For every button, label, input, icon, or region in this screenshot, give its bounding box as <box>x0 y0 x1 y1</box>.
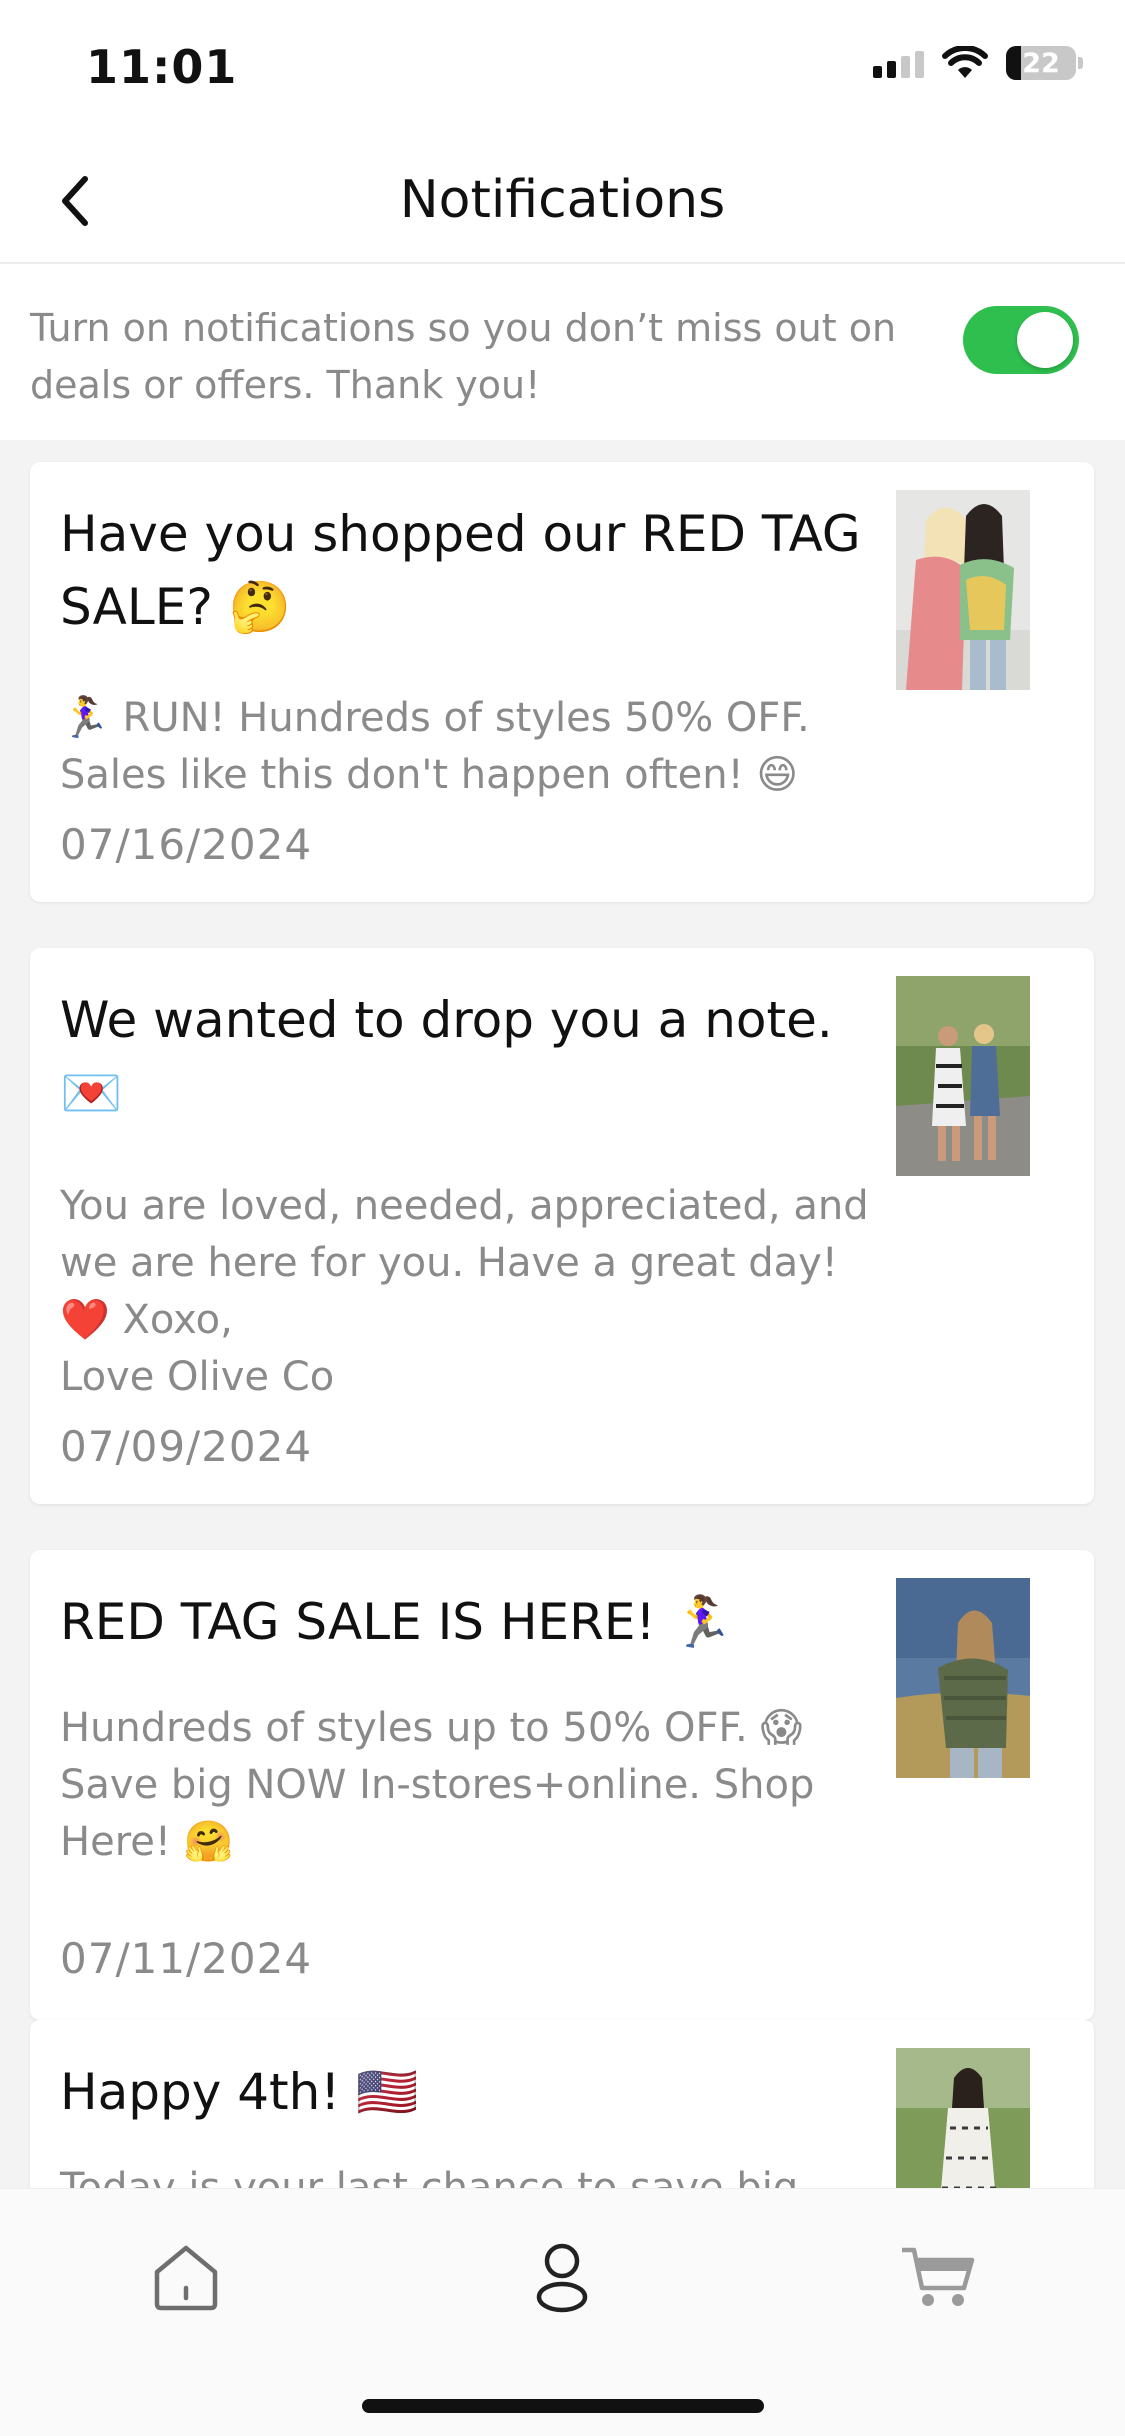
notification-title: RED TAG SALE IS HERE! 🏃‍♀️ <box>60 1593 734 1651</box>
nav-cart-button[interactable] <box>888 2227 988 2327</box>
notification-card[interactable]: RED TAG SALE IS HERE! 🏃‍♀️ Hundreds of s… <box>30 1550 1094 2020</box>
battery-body: 22 <box>1006 46 1076 80</box>
header: Notifications <box>0 140 1125 264</box>
notification-image <box>896 490 1030 690</box>
notification-title: Happy 4th! 🇺🇸 <box>60 2063 419 2121</box>
notification-card[interactable]: Happy 4th! 🇺🇸 Today is your last chance … <box>30 2020 1094 2188</box>
notification-date: 07/16/2024 <box>60 820 313 869</box>
notification-optin: Turn on notifications so you don’t miss … <box>0 264 1125 440</box>
status-time: 11:01 <box>86 40 238 94</box>
notification-image <box>896 2048 1030 2188</box>
status-icons: 22 <box>873 46 1083 80</box>
nav-account-button[interactable] <box>512 2227 612 2327</box>
notification-date: 07/09/2024 <box>60 1422 313 1471</box>
notifications-screen: 11:01 22 Notifications Turn on notificat… <box>0 0 1125 2436</box>
bottom-nav <box>0 2188 1125 2436</box>
toggle-knob <box>1017 312 1073 368</box>
account-icon <box>536 2243 588 2313</box>
status-bar: 11:01 22 <box>0 0 1125 140</box>
home-indicator <box>362 2399 764 2413</box>
home-icon <box>154 2245 218 2311</box>
two-women-hugging-photo <box>896 490 1030 690</box>
nav-home-button[interactable] <box>136 2227 236 2327</box>
notification-list: Have you shopped our RED TAG SALE? 🤔 🏃‍♀… <box>0 440 1125 2188</box>
notification-card[interactable]: We wanted to drop you a note. 💌 You are … <box>30 948 1094 1504</box>
two-women-walking-photo <box>896 976 1030 1176</box>
wifi-icon <box>942 46 988 78</box>
notification-body: Hundreds of styles up to 50% OFF. 😱 Save… <box>60 1705 815 1865</box>
battery-cap <box>1078 57 1083 69</box>
page-title: Notifications <box>399 170 726 230</box>
notifications-toggle[interactable] <box>963 306 1079 374</box>
woman-in-dress-photo <box>896 2048 1030 2188</box>
notification-card[interactable]: Have you shopped our RED TAG SALE? 🤔 🏃‍♀… <box>30 462 1094 902</box>
notification-body: Today is your last chance to save big. U… <box>60 2165 811 2188</box>
notification-image <box>896 1578 1030 1778</box>
woman-in-field-photo <box>896 1578 1030 1778</box>
optin-text: Turn on notifications so you don’t miss … <box>30 306 897 407</box>
cart-icon <box>902 2247 975 2306</box>
notification-image <box>896 976 1030 1176</box>
notification-date: 07/11/2024 <box>60 1934 313 1983</box>
battery-icon: 22 <box>1006 46 1083 80</box>
battery-level-text: 22 <box>1022 47 1060 79</box>
notification-title: We wanted to drop you a note. 💌 <box>60 991 833 1122</box>
notification-body: You are loved, needed, appreciated, and … <box>60 1183 869 1400</box>
signal-icon <box>873 48 924 78</box>
notification-body: 🏃‍♀️ RUN! Hundreds of styles 50% OFF. Sa… <box>60 695 810 798</box>
notification-title: Have you shopped our RED TAG SALE? 🤔 <box>60 505 861 636</box>
